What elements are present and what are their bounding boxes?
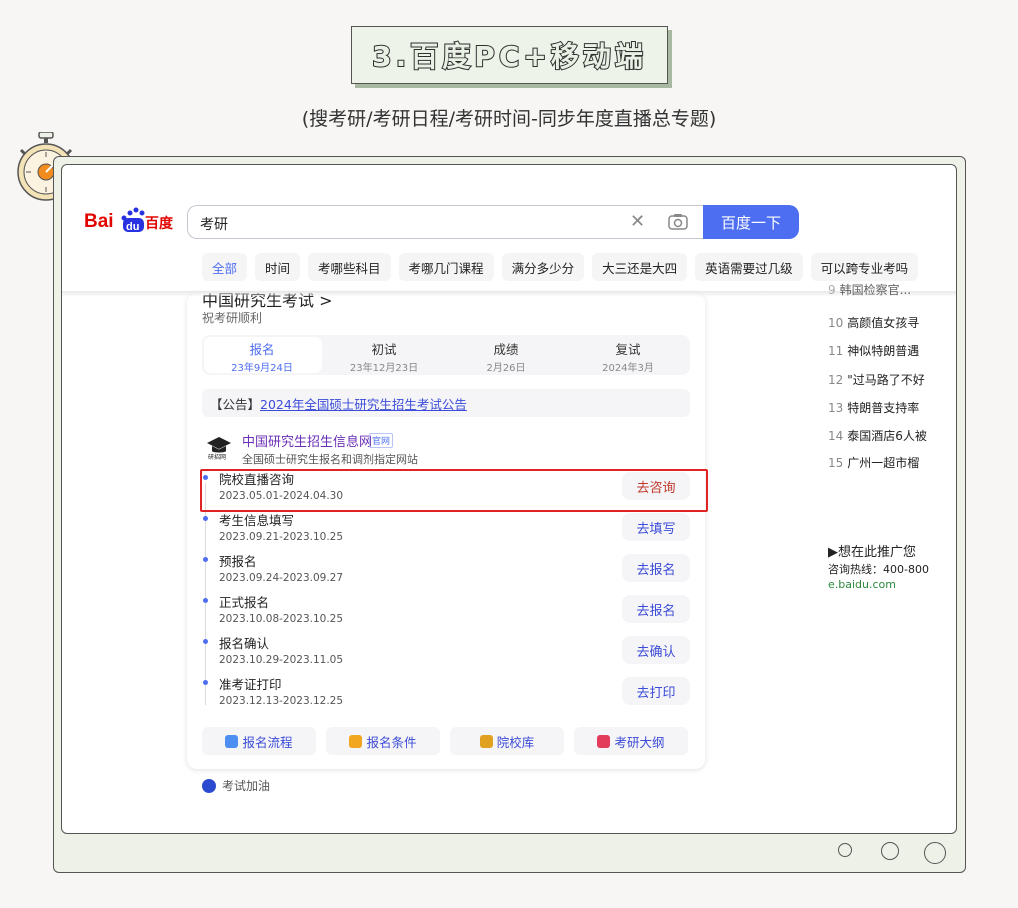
- baidu-logo[interactable]: Bai du 百度: [84, 205, 176, 235]
- timeline-name: 考生信息填写: [219, 513, 295, 528]
- logo-text-baidu: 百度: [145, 215, 174, 232]
- site-name-link[interactable]: 中国研究生招生信息网: [242, 431, 372, 450]
- tab-subjects[interactable]: 考哪些科目: [308, 253, 391, 281]
- logo-text-du: du: [126, 221, 139, 233]
- step-score[interactable]: 成绩 2月26日: [446, 339, 566, 374]
- frame-circle: [881, 842, 899, 860]
- step-first-exam[interactable]: 初试 23年12月23日: [324, 339, 444, 374]
- fill-in-button[interactable]: 去填写: [622, 513, 690, 541]
- timeline-item: 考生信息填写 2023.09.21-2023.10.25 去填写: [202, 510, 690, 550]
- timeline-dot: [203, 639, 208, 644]
- hot-item[interactable]: 13 特朗普支持率: [828, 399, 919, 416]
- highlight-box: [200, 469, 708, 512]
- hot-item[interactable]: 11 神似特朗普遇: [828, 342, 919, 359]
- notice-link[interactable]: 2024年全国硕士研究生招生考试公告: [260, 397, 467, 412]
- graduation-cap-icon: 研招网: [205, 435, 233, 461]
- ad-title[interactable]: ▶想在此推广您: [828, 541, 916, 560]
- site-icon-label: 研招网: [208, 453, 226, 461]
- page-subtitle: (搜考研/考研日程/考研时间-同步年度直播总专题): [301, 108, 717, 130]
- hot-item[interactable]: 9 韩国检察官...: [828, 281, 911, 298]
- page-title: 3.百度PC+移动端: [371, 39, 647, 74]
- tab-time[interactable]: 时间: [255, 253, 301, 281]
- search-query: 考研: [200, 217, 228, 233]
- timeline-item: 正式报名 2023.10.08-2023.10.25 去报名: [202, 592, 690, 632]
- frame-circle: [838, 843, 852, 857]
- register-button[interactable]: 去报名: [622, 595, 690, 623]
- timeline-dot: [203, 516, 208, 521]
- timeline-date: 2023.12.13-2023.12.25: [219, 695, 344, 707]
- header-shadow: [62, 291, 956, 297]
- hot-item[interactable]: 12 "过马路了不好: [828, 371, 925, 388]
- cheer-row[interactable]: 考试加油: [202, 777, 270, 794]
- syllabus-icon: [597, 734, 611, 748]
- requirements-icon: [349, 734, 363, 748]
- link-school-library[interactable]: 院校库: [450, 727, 564, 755]
- screen-frame: Bai du 百度 考研 ✕ 百度一下 全部 时间 考哪些科目 考哪几门课程 满…: [61, 164, 957, 834]
- link-registration-requirements[interactable]: 报名条件: [326, 727, 440, 755]
- timeline-name: 准考证打印: [219, 677, 282, 692]
- quick-links: 报名流程 报名条件 院校库 考研大纲: [202, 727, 688, 755]
- search-input[interactable]: 考研 ✕: [187, 205, 703, 239]
- paw-icon: [202, 778, 216, 793]
- search-button[interactable]: 百度一下: [703, 205, 799, 239]
- confirm-button[interactable]: 去确认: [622, 636, 690, 664]
- tab-full-score[interactable]: 满分多少分: [501, 253, 585, 281]
- timeline-date: 2023.09.21-2023.10.25: [219, 531, 344, 543]
- timeline-dot: [203, 557, 208, 562]
- close-icon[interactable]: ✕: [630, 211, 645, 232]
- tab-courses[interactable]: 考哪几门课程: [398, 253, 494, 281]
- school-icon: [479, 734, 493, 748]
- title-banner: 3.百度PC+移动端: [351, 26, 668, 84]
- cheer-text: 考试加油: [222, 779, 271, 793]
- frame-circle: [924, 842, 946, 864]
- notice-bar: 【公告】2024年全国硕士研究生招生考试公告: [202, 389, 690, 417]
- exam-steps: 报名 23年9月24日 初试 23年12月23日 成绩 2月26日 复试 2024年3月: [202, 335, 690, 375]
- timeline-date: 2023.09.24-2023.09.27: [219, 572, 344, 584]
- timeline-item: 准考证打印 2023.12.13-2023.12.25 去打印: [202, 674, 690, 714]
- official-badge: 官网: [369, 433, 394, 448]
- step-retest[interactable]: 复试 2024年3月: [568, 339, 688, 374]
- step-registration[interactable]: 报名 23年9月24日: [202, 339, 322, 374]
- ad-phone: 咨询热线：400-800: [828, 563, 929, 576]
- timeline-item: 预报名 2023.09.24-2023.09.27 去报名: [202, 551, 690, 591]
- notice-prefix: 【公告】: [210, 397, 261, 412]
- hot-item[interactable]: 14 泰国酒店6人被: [828, 427, 927, 444]
- hot-item[interactable]: 15 广州一超市榴: [828, 454, 919, 471]
- timeline-name: 预报名: [219, 554, 257, 569]
- timeline-item: 报名确认 2023.10.29-2023.11.05 去确认: [202, 633, 690, 673]
- tab-all[interactable]: 全部: [202, 253, 248, 281]
- timeline-date: 2023.10.29-2023.11.05: [219, 654, 344, 666]
- hot-item[interactable]: 10 高颜值女孩寻: [828, 314, 919, 331]
- logo-text-bai: Bai: [84, 211, 114, 232]
- camera-icon[interactable]: [668, 213, 688, 235]
- timeline-dot: [203, 598, 208, 603]
- result-card: 中国研究生考试 > 祝考研顺利 报名 23年9月24日 初试 23年12月23日 成…: [187, 293, 705, 769]
- timeline-dot: [203, 680, 208, 685]
- timeline-name: 正式报名: [219, 595, 270, 610]
- pre-register-button[interactable]: 去报名: [622, 554, 690, 582]
- search-tabs: 全部 时间 考哪些科目 考哪几门课程 满分多少分 大三还是大四 英语需要过几级 …: [202, 253, 919, 281]
- process-icon: [225, 734, 239, 748]
- print-button[interactable]: 去打印: [622, 677, 690, 705]
- timeline-name: 报名确认: [219, 636, 270, 651]
- tab-cross-major[interactable]: 可以跨专业考吗: [810, 253, 919, 281]
- timeline-date: 2023.10.08-2023.10.25: [219, 613, 344, 625]
- tab-junior-senior[interactable]: 大三还是大四: [592, 253, 688, 281]
- tab-english-level[interactable]: 英语需要过几级: [695, 253, 803, 281]
- ad-url[interactable]: e.baidu.com: [828, 578, 896, 591]
- site-description: 全国硕士研究生报名和调剂指定网站: [242, 453, 418, 466]
- link-exam-syllabus[interactable]: 考研大纲: [574, 727, 688, 755]
- card-subtitle: 祝考研顺利: [202, 311, 263, 325]
- link-registration-process[interactable]: 报名流程: [202, 727, 316, 755]
